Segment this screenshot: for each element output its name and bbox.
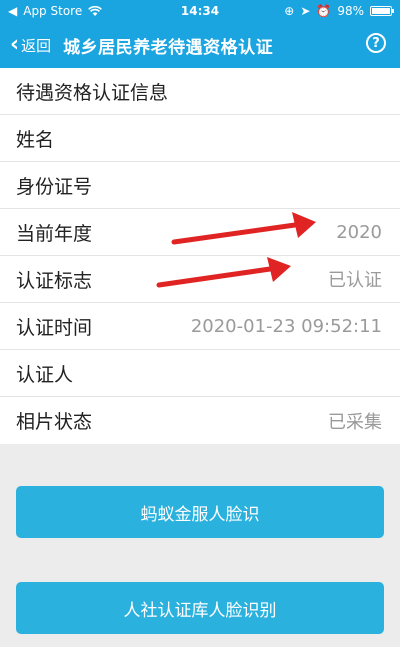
section-title: 待遇资格认证信息 bbox=[16, 81, 169, 104]
help-button[interactable]: ? bbox=[366, 33, 386, 53]
info-row-id-number: 身份证号 bbox=[0, 162, 400, 209]
row-value: 2020 bbox=[336, 221, 382, 243]
row-value: 已采集 bbox=[328, 411, 382, 433]
wifi-icon bbox=[88, 5, 103, 16]
section-header: 待遇资格认证信息 bbox=[0, 68, 400, 115]
row-label: 认证时间 bbox=[16, 316, 93, 339]
row-label: 认证人 bbox=[16, 363, 74, 386]
row-label: 认证标志 bbox=[16, 269, 93, 292]
status-right: ⊕ ➤ ⏰ 98% bbox=[284, 4, 394, 18]
row-value: 2020-01-23 09:52:11 bbox=[190, 315, 382, 337]
info-row-cert-time: 认证时间 2020-01-23 09:52:11 bbox=[0, 303, 400, 350]
rotation-lock-icon: ⊕ bbox=[284, 4, 295, 18]
page-title: 城乡居民养老待遇资格认证 bbox=[63, 37, 274, 58]
back-label: 返回 bbox=[21, 36, 52, 55]
status-left: ◀ App Store bbox=[8, 4, 103, 18]
battery-fill bbox=[372, 8, 390, 14]
alarm-icon: ⏰ bbox=[316, 4, 332, 18]
nav-bar: ‹ 返回 城乡居民养老待遇资格认证 ? bbox=[0, 22, 400, 68]
back-to-app-icon: ◀ bbox=[8, 4, 18, 18]
info-row-current-year: 当前年度 2020 bbox=[0, 209, 400, 256]
location-icon: ➤ bbox=[300, 4, 311, 18]
row-label: 相片状态 bbox=[16, 411, 93, 433]
status-bar: ◀ App Store 14:34 ⊕ ➤ ⏰ 98% bbox=[0, 0, 400, 22]
info-row-cert-flag: 认证标志 已认证 bbox=[0, 256, 400, 303]
carrier-label: App Store bbox=[23, 4, 83, 18]
row-label: 身份证号 bbox=[16, 175, 93, 198]
status-time: 14:34 bbox=[180, 4, 220, 18]
row-label: 姓名 bbox=[16, 128, 55, 151]
button-label: 人社认证库人脸识别 bbox=[123, 600, 277, 620]
button-label: 蚂蚁金服人脸识 bbox=[140, 504, 260, 524]
info-row-name: 姓名 bbox=[0, 115, 400, 162]
row-value: 已认证 bbox=[328, 270, 382, 291]
chevron-left-icon: ‹ bbox=[10, 32, 20, 57]
question-icon: ? bbox=[372, 35, 380, 51]
battery-percent: 98% bbox=[337, 4, 364, 18]
info-list: 待遇资格认证信息 姓名 身份证号 当前年度 2020 认证标志 已认证 认证时间… bbox=[0, 68, 400, 444]
back-button[interactable]: ‹ 返回 bbox=[0, 34, 51, 56]
row-label: 当前年度 bbox=[16, 222, 93, 245]
info-row-certifier: 认证人 bbox=[0, 350, 400, 397]
social-security-face-button[interactable]: 人社认证库人脸识别 bbox=[16, 582, 384, 634]
battery-icon bbox=[370, 6, 394, 16]
ant-financial-face-button[interactable]: 蚂蚁金服人脸识 bbox=[16, 486, 384, 538]
info-row-photo-status: 相片状态 已采集 bbox=[0, 397, 400, 444]
